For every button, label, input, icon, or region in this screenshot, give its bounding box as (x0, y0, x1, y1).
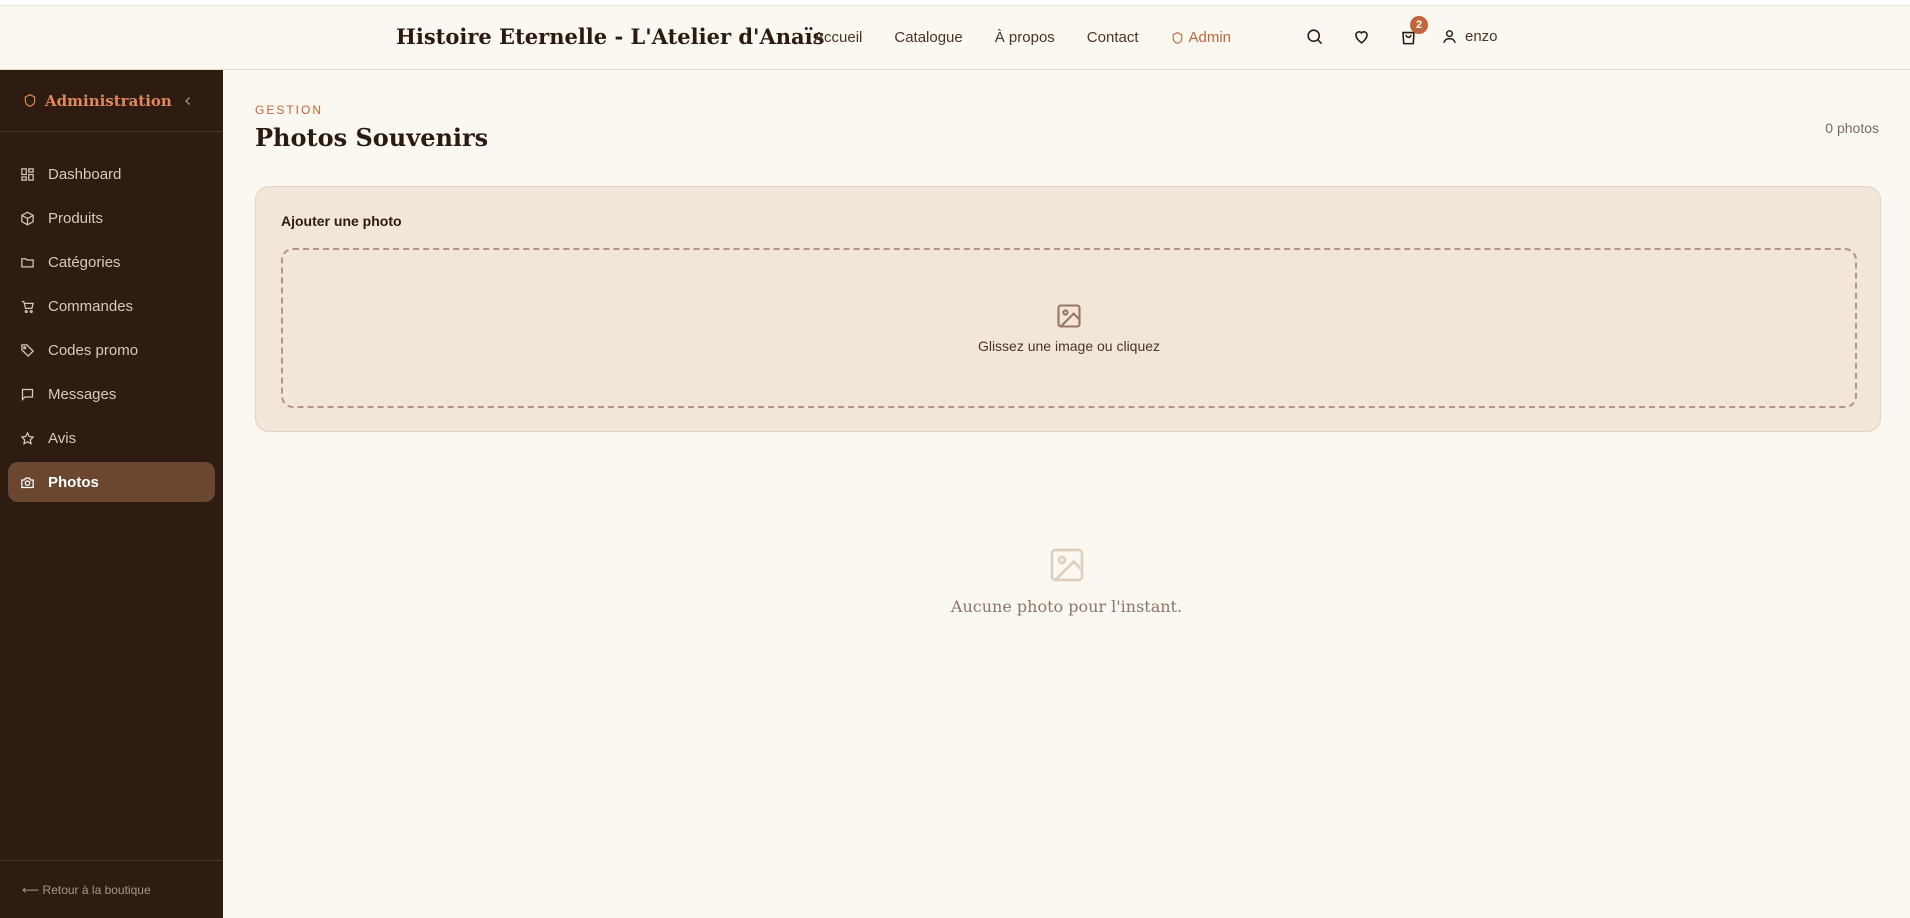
back-to-shop-link[interactable]: ⟵ Retour à la boutique (0, 860, 223, 918)
shield-icon (24, 94, 36, 107)
nav-admin[interactable]: Admin (1171, 29, 1232, 46)
sidebar-nav: Dashboard Produits Catégories Commandes … (0, 132, 223, 502)
folder-icon (21, 257, 34, 267)
cart-count-badge: 2 (1410, 16, 1428, 34)
sidebar-item-messages[interactable]: Messages (8, 374, 215, 414)
user-menu[interactable]: enzo (1441, 28, 1498, 45)
sidebar-item-label: Dashboard (48, 165, 122, 183)
search-button[interactable] (1300, 22, 1328, 50)
nav-accueil[interactable]: Accueil (814, 29, 862, 46)
site-brand[interactable]: Histoire Eternelle - L'Atelier d'Anaïs (396, 24, 824, 49)
star-icon (20, 430, 35, 445)
page-title: Photos Souvenirs (255, 123, 489, 152)
sidebar-header: Administration (0, 70, 223, 132)
empty-state: Aucune photo pour l'instant. (223, 545, 1910, 616)
dashboard-icon (21, 167, 34, 181)
sidebar-item-label: Photos (48, 473, 99, 491)
image-placeholder-icon (1050, 548, 1083, 582)
chevron-left-icon (185, 97, 190, 105)
sidebar-item-produits[interactable]: Produits (8, 198, 215, 238)
sidebar-item-label: Catégories (48, 253, 121, 271)
sidebar-item-label: Codes promo (48, 341, 139, 359)
main-content: GESTION Photos Souvenirs 0 photos Ajoute… (223, 70, 1910, 918)
sidebar-item-categories[interactable]: Catégories (8, 242, 215, 282)
sidebar-item-label: Messages (48, 385, 117, 403)
message-icon (21, 388, 34, 401)
sidebar-item-commandes[interactable]: Commandes (8, 286, 215, 326)
image-dropzone[interactable]: Glissez une image ou cliquez (281, 248, 1857, 408)
sidebar-item-label: Produits (48, 209, 104, 227)
header-actions: 2 enzo (1300, 16, 1498, 50)
sidebar-title: Administration (45, 91, 172, 110)
shield-icon (1172, 31, 1182, 44)
sidebar-item-dashboard[interactable]: Dashboard (8, 154, 215, 194)
section-eyebrow: GESTION (255, 103, 324, 117)
sidebar-item-avis[interactable]: Avis (8, 418, 215, 458)
nav-catalogue[interactable]: Catalogue (894, 29, 962, 46)
user-icon (1443, 29, 1456, 43)
main-nav: Accueil Catalogue À propos Contact Admin (814, 29, 1231, 46)
tag-icon (21, 343, 35, 357)
search-icon (1306, 28, 1322, 44)
username: enzo (1465, 27, 1498, 45)
box-icon (21, 211, 34, 225)
sidebar-item-label: Commandes (48, 297, 134, 315)
heart-icon (1354, 30, 1368, 44)
nav-a-propos[interactable]: À propos (995, 29, 1055, 46)
nav-contact[interactable]: Contact (1087, 29, 1139, 46)
nav-admin-label: Admin (1188, 29, 1232, 46)
photo-count: 0 photos (1825, 120, 1879, 136)
sidebar-item-photos[interactable]: Photos (8, 462, 215, 502)
dropzone-text: Glissez une image ou cliquez (977, 338, 1161, 354)
cart-icon (21, 300, 34, 313)
admin-sidebar: Administration Dashboard Produits Catégo… (0, 70, 223, 918)
collapse-sidebar-button[interactable] (182, 94, 194, 112)
sidebar-item-codes-promo[interactable]: Codes promo (8, 330, 215, 370)
upload-card: Ajouter une photo Glissez une image ou c… (255, 186, 1881, 432)
site-header: Histoire Eternelle - L'Atelier d'Anaïs A… (0, 6, 1910, 70)
image-icon (1057, 304, 1081, 328)
upload-card-title: Ajouter une photo (281, 213, 402, 229)
sidebar-item-label: Avis (48, 429, 77, 447)
wishlist-button[interactable] (1347, 22, 1375, 50)
empty-state-text: Aucune photo pour l'instant. (950, 597, 1183, 616)
camera-icon (21, 477, 34, 488)
cart-button[interactable]: 2 (1394, 16, 1428, 50)
